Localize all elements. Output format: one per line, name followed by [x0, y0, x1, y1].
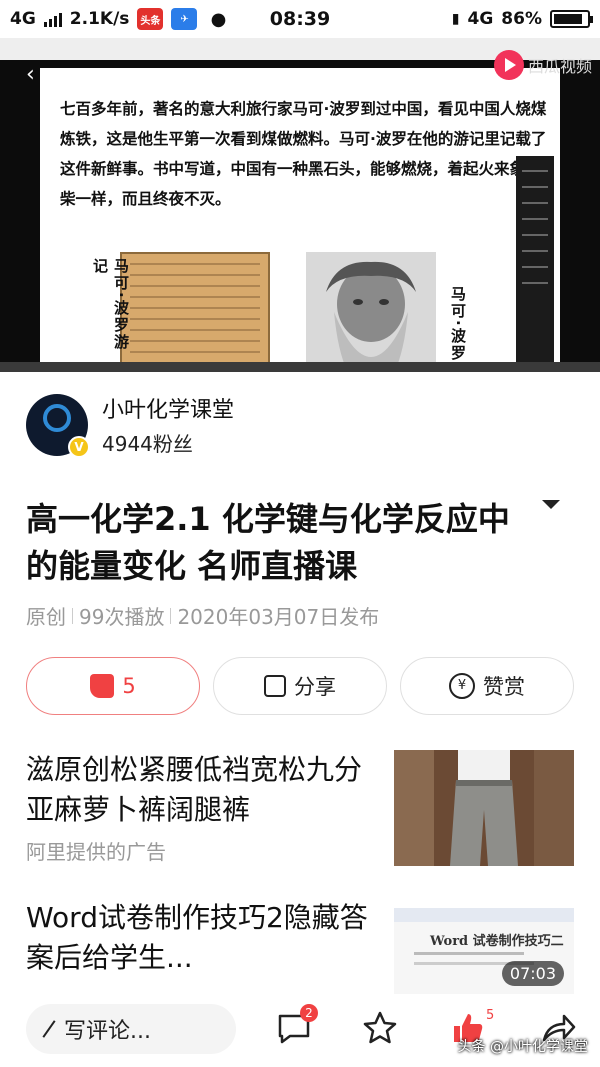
comment-input[interactable]: 写评论...: [26, 1004, 236, 1054]
charging-icon: ▮: [451, 11, 460, 27]
battery-percent: 86%: [501, 9, 542, 29]
chat-side-panel: [516, 156, 554, 366]
comment-button[interactable]: 2: [276, 1004, 318, 1050]
battery-icon: [550, 10, 593, 28]
notification-app-icon: ✈: [171, 8, 198, 30]
xigua-brand: 西瓜视频: [493, 50, 592, 80]
rec-thumbnail[interactable]: Word 试卷制作技巧二 07:03: [394, 908, 574, 994]
bottom-bar: 写评论... 2 5 头条 @小叶化学课堂: [0, 996, 600, 1067]
network-speed: 2.1K/s: [69, 9, 130, 29]
fan-count: 4944粉丝: [102, 432, 193, 456]
toutiao-app-icon: 头条: [137, 8, 164, 30]
signal-icon: [43, 11, 62, 27]
share-icon: [264, 675, 286, 697]
reward-label: 赞赏: [483, 675, 525, 699]
ad-source: 阿里提供的广告: [26, 840, 166, 864]
rec-title[interactable]: Word试卷制作技巧2隐藏答案后给学生...: [26, 898, 376, 978]
book-image: [120, 252, 270, 372]
network-type: 4G: [10, 9, 36, 29]
avatar[interactable]: V: [26, 393, 90, 458]
action-row: 5 分享 ¥ 赞赏: [26, 657, 574, 715]
author-row[interactable]: V 小叶化学课堂 4944粉丝: [26, 392, 234, 458]
taskbar: [0, 362, 600, 372]
share-label: 分享: [294, 675, 336, 699]
video-duration: 07:03: [501, 961, 564, 986]
comment-count-badge: 2: [300, 1004, 318, 1022]
brand-name: 西瓜视频: [527, 57, 592, 76]
expand-dropdown-icon[interactable]: [542, 500, 560, 509]
list-item[interactable]: 滋原创松紧腰低裆宽松九分亚麻萝卜裤阔腿裤 阿里提供的广告: [26, 750, 574, 866]
network-type-right: 4G: [467, 9, 494, 29]
like-button[interactable]: 5: [26, 657, 200, 715]
like-count: 5: [122, 674, 136, 698]
yen-icon: ¥: [449, 673, 475, 699]
slide-text: 七百多年前，著名的意大利旅行家马可·波罗到过中国，看见中国人烧煤炼铁，这是他生平…: [60, 100, 547, 208]
publish-date: 2020年03月07日发布: [177, 605, 380, 629]
rec-thumbnail[interactable]: [394, 750, 574, 866]
xigua-logo-icon: [493, 50, 524, 80]
status-bar: 4G 2.1K/s 头条 ✈ ● 08:39 ▮ 4G 86%: [0, 0, 600, 38]
portrait-image: [306, 252, 436, 372]
share-button[interactable]: 分享: [213, 657, 387, 715]
thumb-line: [414, 952, 524, 955]
rec-title[interactable]: 滋原创松紧腰低裆宽松九分亚麻萝卜裤阔腿裤: [26, 750, 376, 830]
thumb-toolbar: [394, 908, 574, 922]
like-count-badge: 5: [486, 1008, 495, 1023]
thumbs-up-icon: [90, 674, 115, 698]
video-info: 原创 99次播放 2020年03月07日发布: [26, 601, 379, 630]
back-icon[interactable]: ‹: [26, 62, 35, 87]
video-slide: 七百多年前，著名的意大利旅行家马可·波罗到过中国，看见中国人烧煤炼铁，这是他生平…: [40, 68, 560, 372]
watermark: 头条 @小叶化学课堂: [457, 1039, 588, 1055]
star-icon: [363, 1011, 397, 1044]
chat-icon: ●: [205, 8, 232, 30]
pen-icon: [42, 1020, 56, 1038]
portrait-label: 马可·波罗: [449, 286, 467, 362]
reward-button[interactable]: ¥ 赞赏: [400, 657, 574, 715]
original-tag: 原创: [26, 605, 66, 629]
thumb-title: Word 试卷制作技巧二: [430, 934, 564, 949]
video-player[interactable]: 七百多年前，著名的意大利旅行家马可·波罗到过中国，看见中国人烧煤炼铁，这是他生平…: [0, 38, 600, 372]
book-label: 马可·波罗游记: [91, 258, 130, 351]
comment-placeholder: 写评论...: [64, 1019, 151, 1044]
verified-badge: V: [68, 435, 90, 458]
list-item[interactable]: Word试卷制作技巧2隐藏答案后给学生... Word 试卷制作技巧二 07:0…: [26, 898, 574, 994]
video-title: 高一化学2.1 化学键与化学反应中的能量变化 名师直播课: [26, 500, 510, 585]
favorite-button[interactable]: [362, 1010, 398, 1050]
play-count: 99次播放: [79, 605, 165, 629]
author-name[interactable]: 小叶化学课堂: [102, 392, 234, 424]
avatar-logo-icon: [43, 403, 71, 432]
